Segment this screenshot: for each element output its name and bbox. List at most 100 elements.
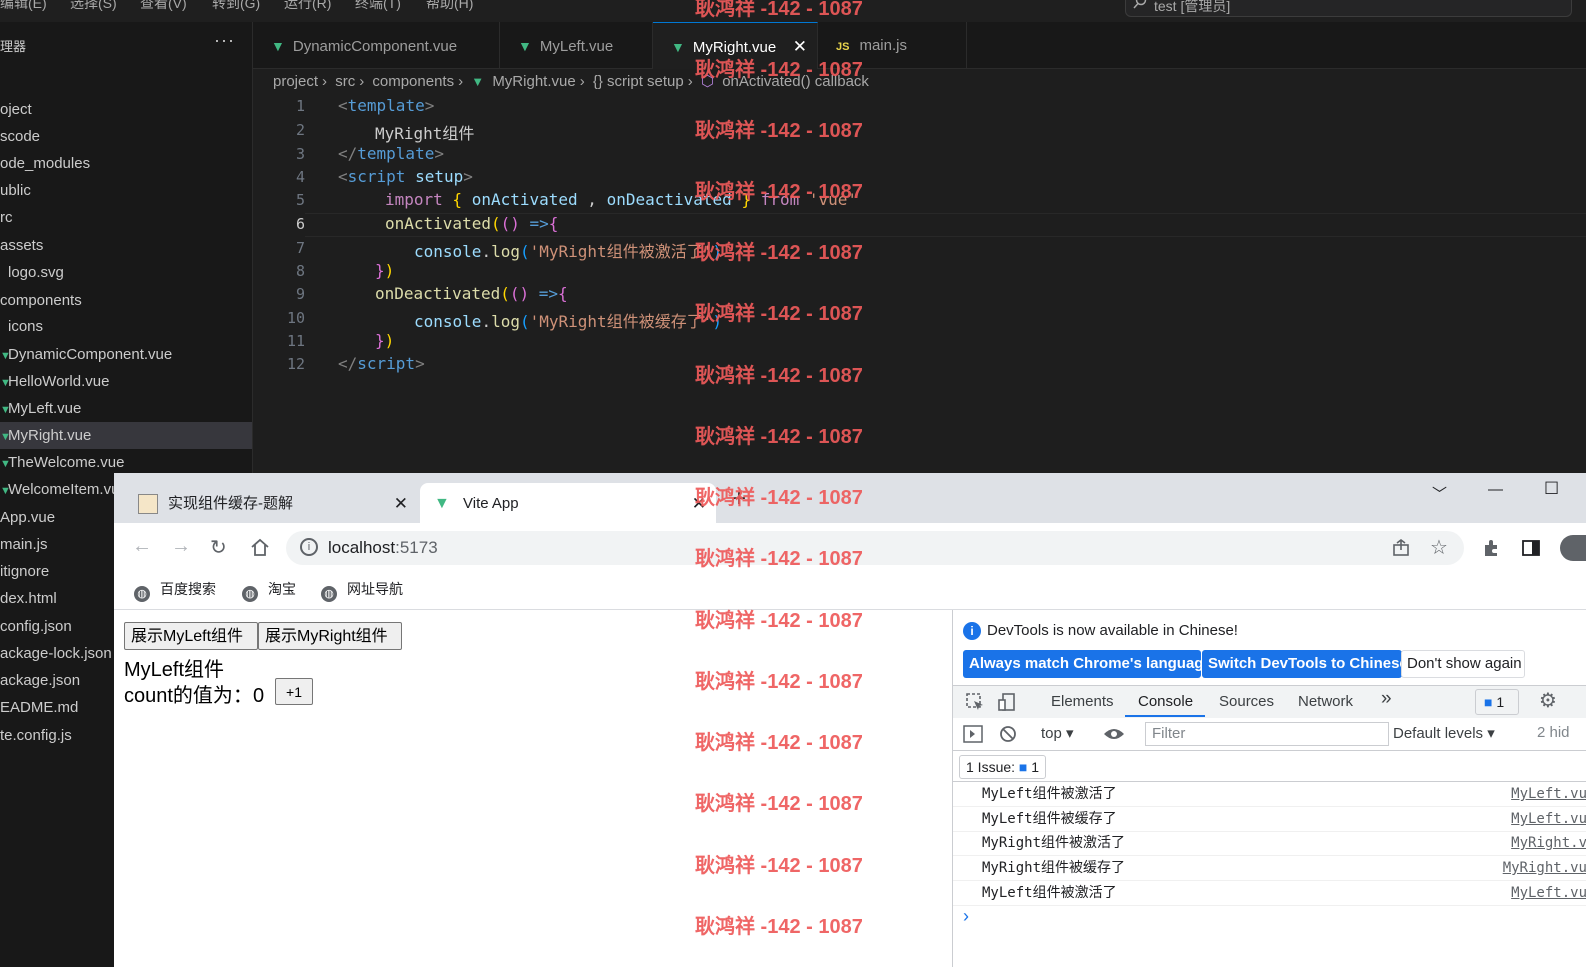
vue-icon: ▼: [271, 38, 285, 54]
vue-icon: ▼: [471, 74, 485, 89]
maximize-button[interactable]: ☐: [1544, 479, 1559, 499]
show-myleft-button[interactable]: 展示MyLeft组件: [124, 622, 258, 650]
profile-avatar[interactable]: [1560, 535, 1586, 561]
home-icon[interactable]: [250, 538, 270, 558]
source-link[interactable]: MyLeft.vu: [1511, 782, 1586, 806]
tree-item[interactable]: logo.svg: [0, 259, 260, 286]
console-prompt[interactable]: ›: [963, 906, 969, 927]
breadcrumb-item[interactable]: components: [372, 73, 454, 90]
bookmark-item[interactable]: ◍ 百度搜索: [134, 579, 216, 602]
component-title: MyLeft组件: [124, 659, 225, 681]
tree-item[interactable]: ▼TheWelcome.vue: [0, 449, 252, 476]
back-icon[interactable]: ←: [132, 535, 152, 558]
command-center[interactable]: test [管理员]: [1125, 0, 1572, 17]
globe-icon: ◍: [242, 586, 258, 602]
minimize-button[interactable]: —: [1488, 481, 1503, 498]
code-line[interactable]: <template>: [338, 96, 434, 115]
bookmark-star-icon[interactable]: ☆: [1430, 535, 1448, 560]
tree-item[interactable]: ublic: [0, 177, 252, 204]
code-line[interactable]: console.log('MyRight组件被缓存了'): [414, 308, 722, 332]
breadcrumb-item[interactable]: {} script setup: [593, 73, 684, 90]
bookmark-item[interactable]: ◍ 网址导航: [321, 579, 403, 602]
watermark-text: 耿鸿祥 -142 - 1087: [695, 59, 863, 81]
tree-item[interactable]: ▼HelloWorld.vue: [0, 368, 252, 395]
tab-search-icon[interactable]: ﹀: [1432, 483, 1447, 504]
chevron-right-icon: ›: [322, 73, 328, 90]
tree-item[interactable]: oject: [0, 96, 252, 123]
tree-item[interactable]: ▼DynamicComponent.vue: [0, 341, 252, 368]
tab-elements[interactable]: Elements: [1051, 693, 1114, 710]
url-text: localhost:5173: [328, 538, 438, 557]
breadcrumb-item[interactable]: MyRight.vue: [492, 73, 575, 90]
tab-sources[interactable]: Sources: [1219, 693, 1274, 710]
tab-dynamic-component[interactable]: ▼ DynamicComponent.vue: [253, 22, 500, 68]
context-select[interactable]: top ▾: [1041, 724, 1074, 742]
code-line[interactable]: }): [375, 331, 394, 350]
browser-tab[interactable]: 实现组件缓存-题解 ✕: [128, 483, 418, 523]
log-levels-select[interactable]: Default levels ▾: [1393, 724, 1495, 742]
switch-to-chinese-button[interactable]: Switch DevTools to Chinese: [1202, 650, 1408, 678]
show-myright-button[interactable]: 展示MyRight组件: [258, 622, 402, 650]
tab-console[interactable]: Console: [1138, 693, 1193, 710]
forward-icon[interactable]: →: [171, 535, 191, 558]
increment-button[interactable]: +1: [275, 678, 313, 705]
more-tabs-icon[interactable]: »: [1381, 688, 1392, 710]
tree-item-selected[interactable]: ▼MyRight.vue: [0, 422, 252, 449]
reload-icon[interactable]: ↻: [210, 535, 227, 560]
menu-help[interactable]: 帮助(H): [426, 0, 473, 13]
source-link[interactable]: MyRight.v: [1511, 831, 1586, 855]
console-filter-input[interactable]: Filter: [1145, 722, 1389, 746]
side-panel-icon[interactable]: [1521, 538, 1541, 558]
site-info-icon[interactable]: i: [300, 538, 318, 556]
source-link[interactable]: MyRight.vu: [1503, 856, 1586, 880]
always-match-language-button[interactable]: Always match Chrome's language: [963, 650, 1212, 678]
inspect-element-icon[interactable]: [965, 692, 985, 712]
tree-item[interactable]: icons: [0, 313, 260, 340]
code-line[interactable]: onActivated(() =>{: [385, 214, 558, 233]
issues-chip[interactable]: 1 Issue: ■ 1: [959, 755, 1047, 779]
code-line[interactable]: </script>: [338, 354, 425, 373]
globe-icon: ◍: [134, 586, 150, 602]
source-link[interactable]: MyLeft.vu: [1511, 807, 1586, 831]
dont-show-again-button[interactable]: Don't show again: [1401, 650, 1525, 678]
menu-selection[interactable]: 选择(S): [70, 0, 117, 13]
code-line[interactable]: }): [375, 261, 394, 280]
code-line[interactable]: console.log('MyRight组件被激活了'): [414, 238, 722, 262]
clear-console-icon[interactable]: [999, 725, 1017, 743]
tree-item[interactable]: rc: [0, 204, 252, 231]
menu-view[interactable]: 查看(V): [140, 0, 187, 13]
menu-go[interactable]: 转到(G): [212, 0, 260, 13]
line-number: 1: [295, 97, 305, 115]
editor-tabs: ▼ DynamicComponent.vue ▼ MyLeft.vue ▼ MyRig…: [253, 22, 1586, 69]
code-line[interactable]: <script setup>: [338, 167, 473, 186]
menu-run[interactable]: 运行(R): [284, 0, 331, 13]
device-toolbar-icon[interactable]: [997, 692, 1017, 712]
code-line[interactable]: </template>: [338, 144, 444, 163]
close-tab-icon[interactable]: ✕: [394, 483, 408, 525]
issues-badge[interactable]: ■ 1: [1475, 689, 1519, 715]
eye-icon[interactable]: [1103, 726, 1125, 742]
tree-item[interactable]: ▼MyLeft.vue: [0, 395, 252, 422]
browser-tab-active[interactable]: ▼ Vite App ✕: [420, 483, 716, 523]
bookmark-item[interactable]: ◍ 淘宝: [242, 579, 296, 602]
breadcrumb-item[interactable]: src: [335, 73, 355, 90]
code-line[interactable]: MyRight组件: [375, 120, 474, 144]
address-bar[interactable]: i localhost:5173 ☆: [286, 531, 1464, 565]
tree-item[interactable]: assets: [0, 232, 252, 259]
sidebar-toggle-icon[interactable]: [963, 725, 983, 743]
tab-my-left[interactable]: ▼ MyLeft.vue: [500, 22, 653, 68]
source-link[interactable]: MyLeft.vu: [1511, 881, 1586, 905]
tree-item[interactable]: scode: [0, 123, 252, 150]
menu-edit[interactable]: 编辑(E): [0, 0, 47, 13]
more-actions-icon[interactable]: ···: [214, 30, 235, 51]
watermark-text: 耿鸿祥 -142 - 1087: [695, 487, 863, 509]
code-line[interactable]: onDeactivated(() =>{: [375, 284, 568, 303]
settings-gear-icon[interactable]: ⚙: [1539, 688, 1557, 713]
tree-item[interactable]: components: [0, 287, 252, 314]
tab-network[interactable]: Network: [1298, 693, 1353, 710]
extensions-icon[interactable]: [1482, 538, 1502, 558]
menu-terminal[interactable]: 终端(T): [355, 0, 401, 13]
breadcrumb-item[interactable]: project: [273, 73, 318, 90]
tree-item[interactable]: ode_modules: [0, 150, 252, 177]
share-icon[interactable]: [1392, 539, 1410, 557]
